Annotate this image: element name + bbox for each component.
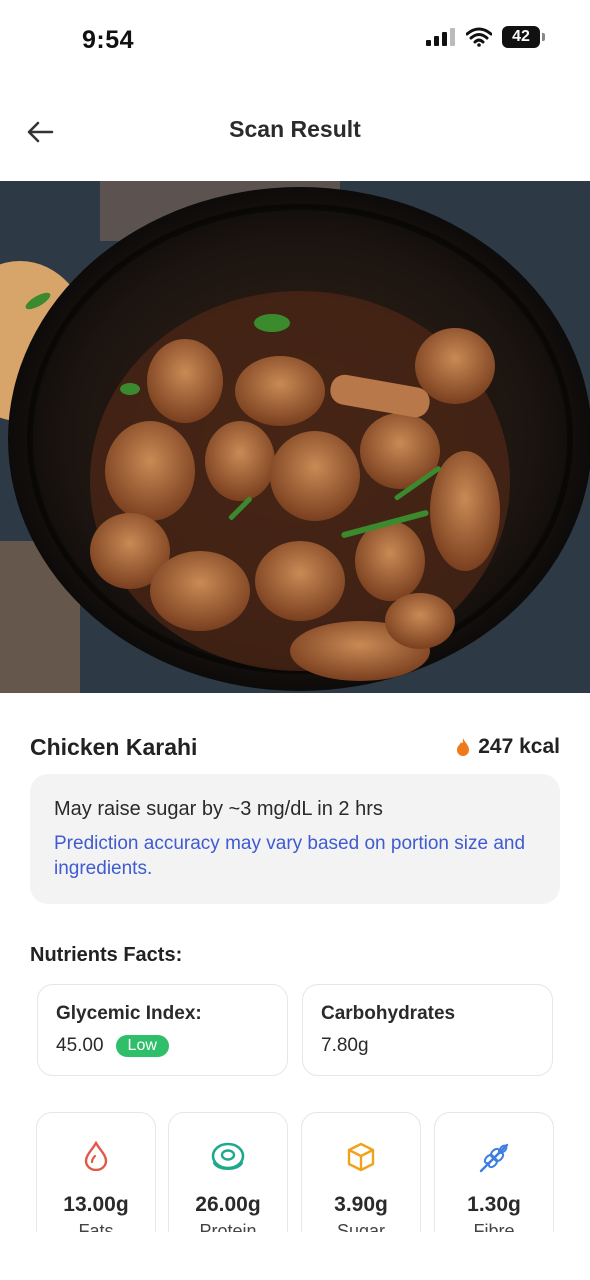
page-title: Scan Result — [229, 116, 361, 142]
signal-icon — [426, 28, 455, 46]
nutrients-title: Nutrients Facts: — [30, 944, 183, 966]
calories: 247 kcal — [456, 735, 560, 759]
macro-card-sugar: 3.90g Sugar — [301, 1112, 421, 1252]
prediction-main: May raise sugar by ~3 mg/dL in 2 hrs — [54, 798, 383, 820]
prediction-note: Prediction accuracy may vary based on po… — [54, 833, 526, 879]
status-bar: 9:54 42 — [0, 0, 590, 80]
carbs-value-row: 7.80g — [321, 1035, 534, 1057]
cube-icon — [347, 1142, 375, 1172]
glycemic-index-card: Glycemic Index: 45.00 Low — [37, 984, 288, 1076]
calories-value: 247 kcal — [478, 735, 560, 758]
glycemic-value-row: 45.00 Low — [56, 1035, 269, 1057]
prediction-card: May raise sugar by ~3 mg/dL in 2 hrs Pre… — [30, 774, 560, 904]
flame-icon — [457, 738, 470, 756]
glycemic-value: 45.00 — [56, 1035, 104, 1056]
food-name: Chicken Karahi — [30, 733, 198, 760]
carbs-label: Carbohydrates — [321, 1003, 456, 1024]
header: Scan Result — [0, 100, 590, 164]
fibre-value: 1.30g — [467, 1193, 521, 1216]
carbohydrates-card: Carbohydrates 7.80g — [302, 984, 553, 1076]
wheat-icon — [479, 1143, 509, 1173]
wifi-icon — [466, 27, 492, 47]
fats-value: 13.00g — [63, 1193, 129, 1216]
glycemic-label: Glycemic Index: — [56, 1003, 202, 1024]
meat-icon — [211, 1142, 245, 1171]
macro-card-fats: 13.00g Fats — [36, 1112, 156, 1252]
battery-level: 42 — [512, 28, 530, 45]
macro-card-protein: 26.00g Protein — [168, 1112, 288, 1252]
status-time: 9:54 — [82, 26, 135, 54]
protein-value: 26.00g — [195, 1193, 261, 1216]
macro-card-fibre: 1.30g Fibre — [434, 1112, 554, 1252]
sugar-value: 3.90g — [334, 1193, 388, 1216]
droplet-icon — [84, 1141, 108, 1171]
glycemic-badge: Low — [115, 1035, 169, 1057]
food-title-row: Chicken Karahi 247 kcal — [30, 730, 560, 764]
carbs-value: 7.80g — [321, 1035, 369, 1056]
battery-icon: 42 — [502, 26, 545, 48]
food-photo — [0, 181, 590, 693]
bottom-cutoff — [0, 1232, 590, 1280]
status-icons: 42 — [426, 26, 545, 48]
